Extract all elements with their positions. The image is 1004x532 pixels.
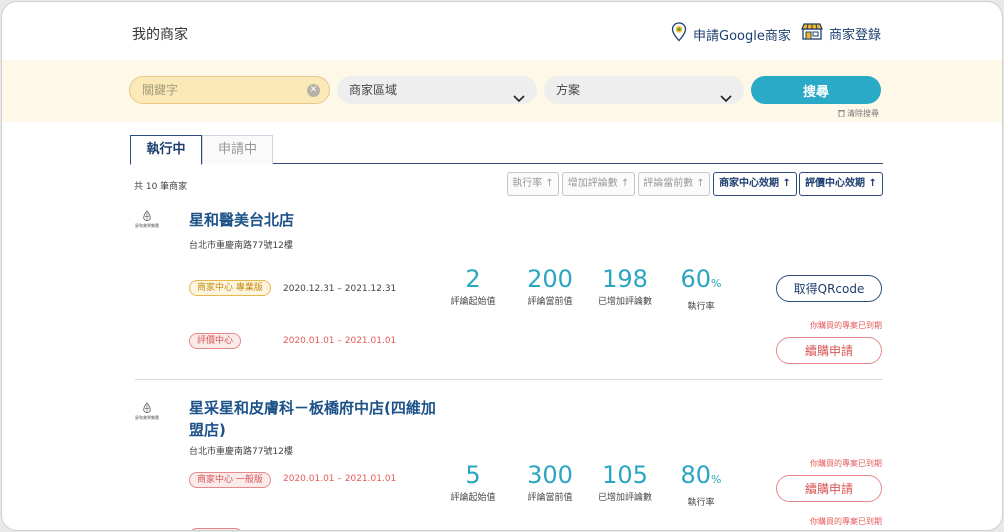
app-window: 我的商家 申請Google商家 商家登錄 關鍵字 ✕ 商家區域 方案 搜尋 清除… [1, 1, 1003, 531]
plan-select-label: 方案 [556, 83, 581, 97]
sort-review-center-expiry-button[interactable]: 評價中心效期 ↑ [799, 172, 883, 196]
sort-current-reviews-button[interactable]: 評論當前數 ↑ [638, 172, 710, 196]
storefront-icon [801, 22, 823, 44]
merchant-logo: 星和美學集團 [130, 210, 164, 230]
tab-active[interactable]: 執行中 [130, 135, 202, 165]
merchant-name[interactable]: 星采星和皮膚科－板橋府中店(四維加 盟店) [189, 397, 436, 441]
merchant-login-link[interactable]: 商家登錄 [801, 22, 881, 44]
logo-mark-icon [143, 402, 151, 413]
sort-added-reviews-button[interactable]: 增加評論數 ↑ [562, 172, 635, 196]
stat-added-reviews: 105 已增加評論數 [590, 461, 660, 503]
merchant-name[interactable]: 星和醫美台北店 [189, 209, 294, 231]
logo-text: 星和美學集團 [135, 223, 159, 228]
region-select-label: 商家區域 [349, 83, 398, 97]
total-count: 共 10 筆商家 [134, 182, 188, 192]
merchant-logo: 星和美學集團 [130, 402, 164, 422]
stat-label: 評論起始值 [450, 493, 496, 503]
apply-google-label: 申請Google商家 [693, 28, 791, 44]
stat-value: 2 [465, 265, 481, 293]
region-select[interactable]: 商家區域 [337, 76, 537, 104]
stat-label: 評論起始值 [450, 297, 496, 307]
merchant-center-badge: 商家中心 一般版 [189, 472, 271, 488]
merchant-center-dates: 2020.12.31 – 2021.12.31 [283, 284, 397, 294]
stat-value: 198 [602, 265, 648, 293]
merchant-login-label: 商家登錄 [829, 27, 882, 43]
stat-number: 80 [680, 461, 712, 489]
review-center-dates: 2020.01.01 – 2021.01.01 [283, 336, 397, 346]
close-circle-icon[interactable]: ✕ [307, 84, 320, 97]
expired-notice: 你購買的專案已到期 [810, 459, 882, 468]
chevron-down-icon [513, 85, 525, 113]
stat-unit: % [711, 277, 722, 290]
stat-value: 5 [465, 461, 481, 489]
logo-mark-icon [143, 210, 151, 221]
stat-label: 執行率 [687, 498, 715, 508]
plan-select[interactable]: 方案 [544, 76, 744, 104]
trash-icon [838, 109, 845, 119]
merchant-center-dates: 2020.01.01 – 2021.01.01 [283, 474, 397, 484]
review-center-badge-partial [189, 528, 243, 530]
stat-added-reviews: 198 已增加評論數 [590, 265, 660, 307]
expired-notice: 你購買的專案已到期 [810, 321, 882, 330]
status-tabs: 執行中 申請中 [130, 135, 883, 165]
stat-current-reviews: 300 評論當前值 [515, 461, 585, 503]
stat-label: 已增加評論數 [597, 297, 652, 307]
renew-button[interactable]: 續購申請 [776, 337, 882, 364]
merchant-address: 台北市重慶南路77號12樓 [189, 241, 293, 251]
keyword-input[interactable] [129, 76, 330, 104]
stat-number: 60 [680, 265, 712, 293]
list-divider [135, 379, 883, 380]
top-bar: 我的商家 申請Google商家 商家登錄 [2, 2, 1002, 60]
review-center-badge: 評價中心 [189, 333, 242, 349]
search-button[interactable]: 搜尋 [751, 76, 881, 104]
stat-label: 已增加評論數 [597, 493, 652, 503]
map-pin-icon [671, 22, 687, 46]
get-qrcode-button[interactable]: 取得QRcode [776, 275, 882, 302]
stat-value: 80% [666, 461, 736, 494]
page-title: 我的商家 [132, 27, 188, 43]
merchant-name-line: 盟店) [189, 421, 226, 439]
merchant-address: 台北市重慶南路77號12樓 [189, 447, 293, 457]
stat-execution-rate: 60% 執行率 [666, 265, 736, 312]
tab-applying[interactable]: 申請中 [202, 135, 273, 164]
stat-start-reviews: 2 評論起始值 [438, 265, 508, 307]
stat-unit: % [711, 473, 722, 486]
apply-google-link[interactable]: 申請Google商家 [671, 22, 791, 46]
clear-search-link[interactable]: 清除搜尋 [838, 108, 879, 119]
stat-label: 評論當前值 [527, 493, 573, 503]
stat-label: 執行率 [687, 302, 715, 312]
renew-button[interactable]: 續購申請 [776, 475, 882, 502]
sort-merchant-center-expiry-button[interactable]: 商家中心效期 ↑ [713, 172, 797, 196]
merchant-center-badge: 商家中心 專業版 [189, 280, 271, 296]
expired-notice: 你購買的專案已到期 [810, 517, 882, 526]
stat-start-reviews: 5 評論起始值 [438, 461, 508, 503]
stat-value: 105 [602, 461, 648, 489]
sort-execution-rate-button[interactable]: 執行率 ↑ [507, 172, 559, 196]
logo-text: 星和美學集團 [135, 415, 159, 420]
chevron-down-icon [720, 85, 732, 113]
stat-current-reviews: 200 評論當前值 [515, 265, 585, 307]
stat-execution-rate: 80% 執行率 [666, 461, 736, 508]
stat-value: 300 [527, 461, 573, 489]
stat-value: 60% [666, 265, 736, 298]
stat-value: 200 [527, 265, 573, 293]
search-bar: ✕ 商家區域 方案 搜尋 清除搜尋 [2, 60, 1002, 122]
clear-search-label: 清除搜尋 [847, 109, 879, 118]
stat-label: 評論當前值 [527, 297, 573, 307]
merchant-name-line: 星采星和皮膚科－板橋府中店(四維加 [189, 399, 436, 417]
